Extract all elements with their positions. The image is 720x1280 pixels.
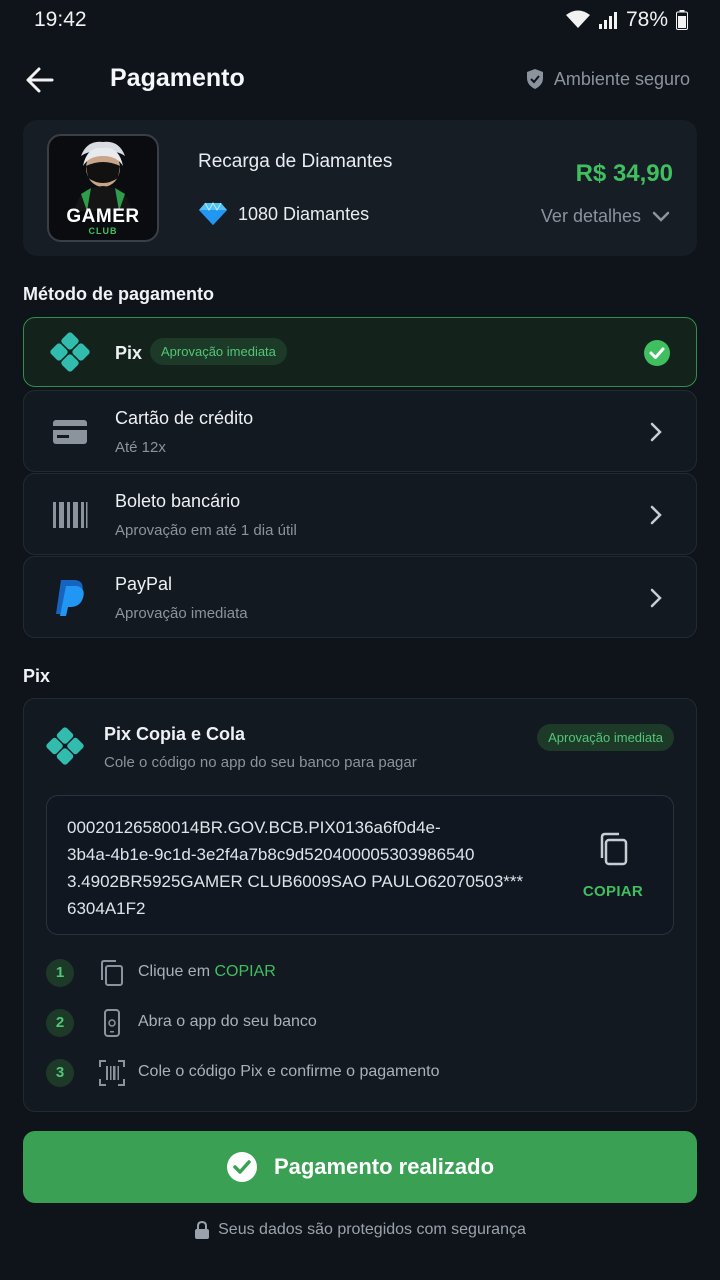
pix-code-line: 3b4a-4b1e-9c1d-3e2f4a7b8c9d5204000053039… xyxy=(67,845,475,864)
check-circle-icon xyxy=(644,340,670,366)
method-boleto[interactable]: Boleto bancário Aprovação em até 1 dia ú… xyxy=(23,473,697,555)
security-text: Seus dados são protegidos com segurança xyxy=(218,1221,526,1238)
pix-code-line: 00020126580014BR.GOV.BCB.PIX0136a6f0d4e- xyxy=(67,818,441,837)
logo-text: GAMER xyxy=(66,206,140,227)
back-button[interactable] xyxy=(22,62,58,98)
instant-approval-badge: Aprovação imediata xyxy=(150,338,287,365)
step-text-main: Clique em xyxy=(138,963,211,980)
step-text: Abra o app do seu banco xyxy=(138,1013,317,1030)
secure-label: Ambiente seguro xyxy=(553,68,690,89)
step-number: 3 xyxy=(46,1059,74,1087)
battery-percent: 78% xyxy=(625,8,668,31)
barcode-icon xyxy=(48,493,92,537)
status-bar: 19:42 78% xyxy=(0,0,720,40)
pix-code-line: 3.4902BR5925GAMER CLUB6009SAO PAULO62070… xyxy=(67,872,524,891)
pix-copy-paste-card: Pix Copia e Cola Cole o código no app do… xyxy=(23,698,697,1112)
step-item: 1 Clique em COPIAR xyxy=(46,957,666,989)
method-credit-card[interactable]: Cartão de crédito Até 12x xyxy=(23,390,697,472)
copy-icon xyxy=(600,832,628,866)
chevron-right-icon xyxy=(650,505,662,525)
wifi-icon xyxy=(565,10,590,28)
chevron-down-icon xyxy=(652,211,670,222)
credit-card-icon xyxy=(48,410,92,454)
method-title: PayPal xyxy=(115,574,173,594)
product-quantity: 1080 Diamantes xyxy=(198,202,369,226)
product-price: R$ 34,90 xyxy=(575,160,673,187)
pix-heading: Pix xyxy=(23,666,51,686)
status-icons: 78% xyxy=(565,8,688,32)
lock-icon xyxy=(195,1220,210,1239)
details-label: Ver detalhes xyxy=(540,206,641,226)
pix-code-line: 6304A1F2 xyxy=(67,899,146,918)
method-pix[interactable]: Pix Aprovação imediata xyxy=(23,317,697,387)
pix-icon xyxy=(48,330,92,374)
pix-icon xyxy=(46,727,84,765)
quantity-label: 1080 Diamantes xyxy=(238,203,370,224)
gamer-club-logo: GAMER CLUB xyxy=(47,134,159,242)
gamer-avatar-icon xyxy=(75,141,131,211)
step-text-highlight: COPIAR xyxy=(214,963,276,980)
copy-icon xyxy=(101,960,123,986)
method-title: Boleto bancário xyxy=(115,491,241,511)
pix-subtitle: Cole o código no app do seu banco para p… xyxy=(104,754,417,771)
pix-title: Pix Copia e Cola xyxy=(104,724,246,744)
product-name: Recarga de Diamantes xyxy=(198,151,393,172)
shield-check-icon xyxy=(526,69,543,89)
method-subtitle: Aprovação em até 1 dia útil xyxy=(115,522,297,539)
badge-label: Aprovação imediata xyxy=(537,724,674,751)
status-time: 19:42 xyxy=(34,8,87,31)
method-title: Pix xyxy=(115,343,143,363)
badge-label: Aprovação imediata xyxy=(150,338,287,365)
product-card: GAMER CLUB Recarga de Diamantes 1080 Dia… xyxy=(23,120,697,256)
chevron-right-icon xyxy=(650,422,662,442)
step-text: Clique em COPIAR xyxy=(138,963,276,981)
details-toggle[interactable]: Ver detalhes xyxy=(541,206,671,227)
copy-label: COPIAR xyxy=(582,883,644,900)
step-item: 2 Abra o app do seu banco xyxy=(46,1007,666,1039)
security-footer: Seus dados são protegidos com segurança xyxy=(0,1220,720,1240)
arrow-left-icon xyxy=(26,67,54,93)
barcode-scan-icon xyxy=(99,1060,125,1086)
payment-done-label: Pagamento realizado xyxy=(273,1154,495,1179)
secure-indicator: Ambiente seguro xyxy=(525,68,690,90)
battery-icon xyxy=(676,10,688,30)
instant-approval-badge: Aprovação imediata xyxy=(537,724,674,751)
step-item: 3 Cole o código Pix e confirme o pagamen… xyxy=(46,1057,666,1089)
smartphone-icon xyxy=(104,1009,120,1037)
method-subtitle: Até 12x xyxy=(115,439,166,456)
chevron-right-icon xyxy=(650,588,662,608)
method-paypal[interactable]: PayPal Aprovação imediata xyxy=(23,556,697,638)
page-title: Pagamento xyxy=(110,64,245,92)
step-number: 1 xyxy=(46,959,74,987)
payment-done-button[interactable]: Pagamento realizado xyxy=(23,1131,697,1203)
method-subtitle: Aprovação imediata xyxy=(115,605,248,622)
signal-icon xyxy=(598,12,617,29)
copy-button[interactable]: COPIAR xyxy=(581,832,645,900)
payment-method-heading: Método de pagamento xyxy=(23,284,215,304)
step-text: Cole o código Pix e confirme o pagamento xyxy=(138,1063,440,1080)
method-title: Cartão de crédito xyxy=(115,408,254,428)
logo-subtext: CLUB xyxy=(88,226,118,236)
paypal-icon xyxy=(48,576,92,620)
check-circle-icon xyxy=(226,1152,257,1182)
pix-code[interactable]: 00020126580014BR.GOV.BCB.PIX0136a6f0d4e-… xyxy=(67,814,547,922)
step-number: 2 xyxy=(46,1009,74,1037)
app-header: Pagamento Ambiente seguro xyxy=(0,50,720,110)
pix-code-box[interactable]: 00020126580014BR.GOV.BCB.PIX0136a6f0d4e-… xyxy=(46,795,674,935)
diamond-icon xyxy=(199,202,227,225)
